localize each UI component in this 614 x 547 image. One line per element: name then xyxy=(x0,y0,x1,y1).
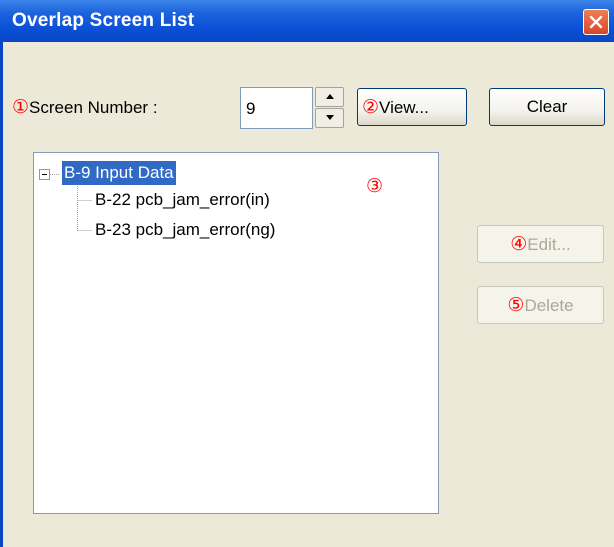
view-button[interactable]: ②View... xyxy=(357,88,467,126)
clear-button[interactable]: Clear xyxy=(489,88,605,126)
view-button-label: View... xyxy=(379,97,429,117)
tree-node-root[interactable]: B-9 Input Data xyxy=(62,161,176,185)
annotation-marker-4: ④ xyxy=(510,233,528,255)
edit-button-label: Edit... xyxy=(527,234,571,254)
tree-node-child[interactable]: B-22 pcb_jam_error(in) xyxy=(95,189,270,211)
title-bar[interactable]: Overlap Screen List xyxy=(0,0,614,42)
screen-number-label-text: Screen Number : xyxy=(29,98,158,117)
spin-down-button[interactable] xyxy=(315,108,344,128)
annotation-marker-1: ① xyxy=(12,97,30,118)
screen-number-input[interactable] xyxy=(240,87,313,129)
window-title: Overlap Screen List xyxy=(12,10,195,31)
tree-collapse-icon[interactable] xyxy=(39,169,50,180)
spin-up-button[interactable] xyxy=(315,87,344,107)
delete-button-label: Delete xyxy=(524,295,574,315)
annotation-marker-5: ⑤ xyxy=(507,294,525,316)
tree-node-child[interactable]: B-23 pcb_jam_error(ng) xyxy=(95,219,275,241)
delete-button[interactable]: ⑤Delete xyxy=(477,286,604,324)
spin-up-icon xyxy=(326,94,334,99)
close-icon xyxy=(589,15,603,29)
annotation-marker-2: ② xyxy=(362,96,380,118)
edit-button[interactable]: ④Edit... xyxy=(477,225,604,263)
close-button[interactable] xyxy=(583,9,609,35)
clear-button-label: Clear xyxy=(526,97,568,116)
annotation-marker-3: ③ xyxy=(366,176,384,197)
screen-number-label: ①Screen Number : xyxy=(12,96,158,119)
overlap-tree-view[interactable]: B-9 Input Data B-22 pcb_jam_error(in) B-… xyxy=(33,152,439,514)
spin-down-icon xyxy=(326,115,334,120)
